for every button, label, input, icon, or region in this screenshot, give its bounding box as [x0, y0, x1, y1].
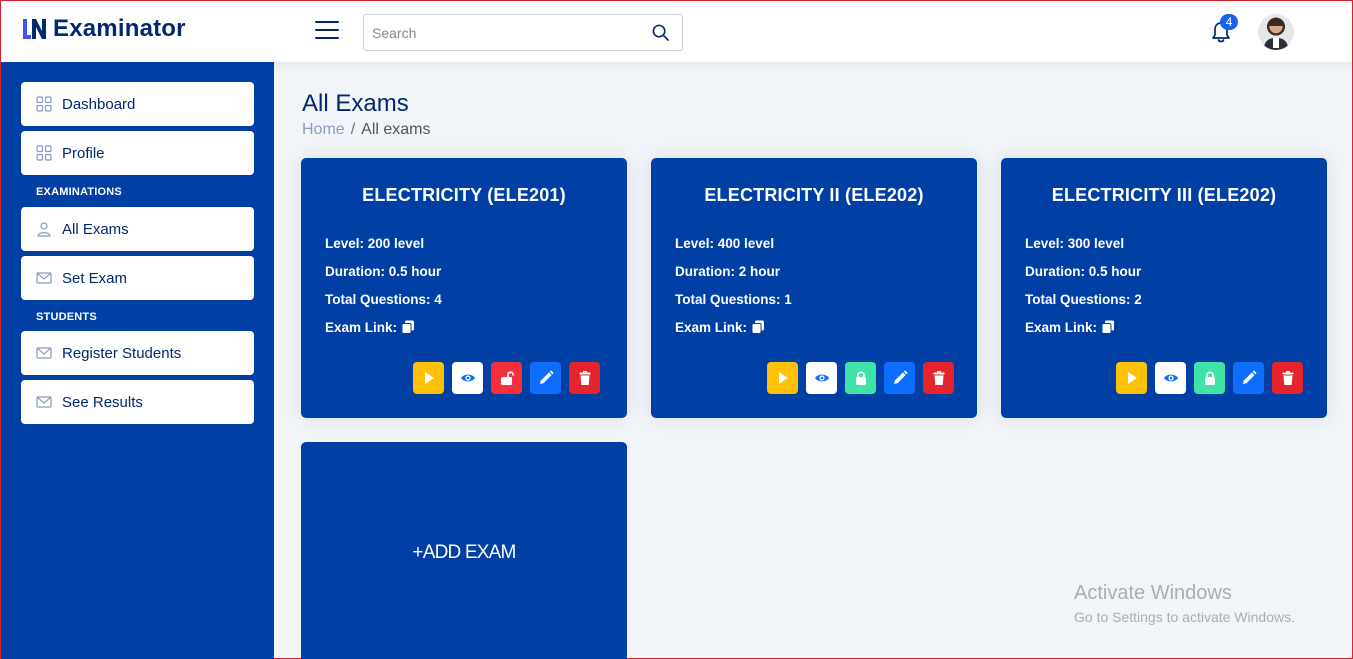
exam-level: Level: 300 level — [1025, 236, 1125, 251]
exam-card: ELECTRICITY (ELE201) Level: 200 level Du… — [301, 158, 627, 418]
search-icon[interactable] — [651, 23, 670, 42]
play-icon — [775, 370, 791, 386]
top-header: Examinator 4 — [1, 1, 1352, 62]
exam-link-row: Exam Link: — [325, 320, 415, 335]
toggle-lock-button[interactable] — [845, 362, 876, 394]
search-input[interactable] — [364, 15, 644, 50]
sidebar-item-see-results[interactable]: See Results — [21, 380, 254, 424]
exam-card-title: ELECTRICITY II (ELE202) — [704, 185, 924, 205]
watermark-subtitle: Go to Settings to activate Windows. — [1074, 609, 1295, 625]
breadcrumb-home-link[interactable]: Home — [302, 121, 345, 138]
toggle-lock-button[interactable] — [1194, 362, 1225, 394]
exam-total-questions: Total Questions: 2 — [1025, 292, 1142, 307]
exam-total-questions: Total Questions: 4 — [325, 292, 442, 307]
windows-activation-watermark: Activate Windows Go to Settings to activ… — [1074, 582, 1295, 625]
sidebar-item-label: Set Exam — [62, 269, 128, 287]
breadcrumb-separator: / — [350, 121, 356, 138]
edit-exam-button[interactable] — [1233, 362, 1264, 394]
pencil-icon — [1241, 370, 1257, 386]
exam-card-title: ELECTRICITY (ELE201) — [362, 185, 566, 205]
lock-icon — [1202, 370, 1218, 386]
sidebar-item-label: See Results — [62, 393, 143, 411]
add-exam-label: +ADD EXAM — [412, 542, 516, 563]
eye-icon — [1163, 370, 1179, 386]
sidebar-heading-students: STUDENTS — [36, 311, 97, 323]
avatar[interactable] — [1258, 14, 1294, 50]
app-name: Examinator — [53, 15, 186, 42]
exam-link-label: Exam Link: — [1025, 320, 1098, 335]
exam-card: ELECTRICITY III (ELE202) Level: 300 leve… — [1001, 158, 1327, 418]
lock-icon — [853, 370, 869, 386]
exam-link-row: Exam Link: — [1025, 320, 1115, 335]
delete-exam-button[interactable] — [569, 362, 600, 394]
envelope-icon — [36, 347, 52, 359]
exam-actions — [413, 362, 600, 394]
sidebar-item-register-students[interactable]: Register Students — [21, 331, 254, 375]
start-exam-button[interactable] — [413, 362, 444, 394]
view-exam-button[interactable] — [452, 362, 483, 394]
trash-icon — [1280, 370, 1296, 386]
view-exam-button[interactable] — [806, 362, 837, 394]
watermark-title: Activate Windows — [1074, 582, 1232, 604]
unlock-icon — [499, 370, 515, 386]
pencil-icon — [892, 370, 908, 386]
exam-card: ELECTRICITY II (ELE202) Level: 400 level… — [651, 158, 977, 418]
copy-icon[interactable] — [1101, 320, 1115, 334]
exam-actions — [767, 362, 954, 394]
start-exam-button[interactable] — [1116, 362, 1147, 394]
breadcrumb: Home / All exams — [302, 121, 431, 139]
sidebar-item-label: Register Students — [62, 344, 182, 362]
pencil-icon — [538, 370, 554, 386]
sidebar-item-label: Profile — [62, 144, 105, 162]
sidebar: Dashboard Profile EXAMINATIONS All Exams… — [1, 62, 274, 659]
envelope-icon — [36, 396, 52, 408]
person-icon — [37, 222, 51, 237]
delete-exam-button[interactable] — [923, 362, 954, 394]
start-exam-button[interactable] — [767, 362, 798, 394]
sidebar-item-profile[interactable]: Profile — [21, 131, 254, 175]
trash-icon — [931, 370, 947, 386]
search-bar — [363, 14, 683, 51]
grid-icon — [36, 145, 52, 161]
eye-icon — [460, 370, 476, 386]
exam-duration: Duration: 0.5 hour — [325, 264, 442, 279]
logo[interactable]: Examinator — [20, 15, 186, 43]
exam-link-label: Exam Link: — [675, 320, 748, 335]
exam-duration: Duration: 2 hour — [675, 264, 780, 279]
page-title: All Exams — [302, 90, 409, 117]
eye-icon — [814, 370, 830, 386]
exam-total-questions: Total Questions: 1 — [675, 292, 792, 307]
toggle-lock-button[interactable] — [491, 362, 522, 394]
trash-icon — [577, 370, 593, 386]
exam-actions — [1116, 362, 1303, 394]
exam-level: Level: 200 level — [325, 236, 425, 251]
delete-exam-button[interactable] — [1272, 362, 1303, 394]
exam-link-row: Exam Link: — [675, 320, 765, 335]
copy-icon[interactable] — [751, 320, 765, 334]
play-icon — [1124, 370, 1140, 386]
edit-exam-button[interactable] — [884, 362, 915, 394]
sidebar-item-all-exams[interactable]: All Exams — [21, 207, 254, 251]
breadcrumb-current: All exams — [361, 121, 431, 138]
exam-card-title: ELECTRICITY III (ELE202) — [1051, 185, 1277, 205]
exam-link-label: Exam Link: — [325, 320, 398, 335]
sidebar-item-set-exam[interactable]: Set Exam — [21, 256, 254, 300]
sidebar-item-dashboard[interactable]: Dashboard — [21, 82, 254, 126]
copy-icon[interactable] — [401, 320, 415, 334]
view-exam-button[interactable] — [1155, 362, 1186, 394]
logo-icon — [23, 19, 46, 39]
play-icon — [421, 370, 437, 386]
exam-level: Level: 400 level — [675, 236, 775, 251]
sidebar-heading-examinations: EXAMINATIONS — [36, 186, 122, 198]
exam-duration: Duration: 0.5 hour — [1025, 264, 1142, 279]
add-exam-card[interactable]: +ADD EXAM — [301, 442, 627, 659]
grid-icon — [36, 96, 52, 112]
menu-toggle-icon[interactable] — [315, 21, 339, 41]
envelope-icon — [36, 272, 52, 284]
sidebar-item-label: Dashboard — [62, 95, 136, 113]
sidebar-item-label: All Exams — [62, 220, 129, 238]
notification-badge: 4 — [1220, 14, 1238, 30]
edit-exam-button[interactable] — [530, 362, 561, 394]
